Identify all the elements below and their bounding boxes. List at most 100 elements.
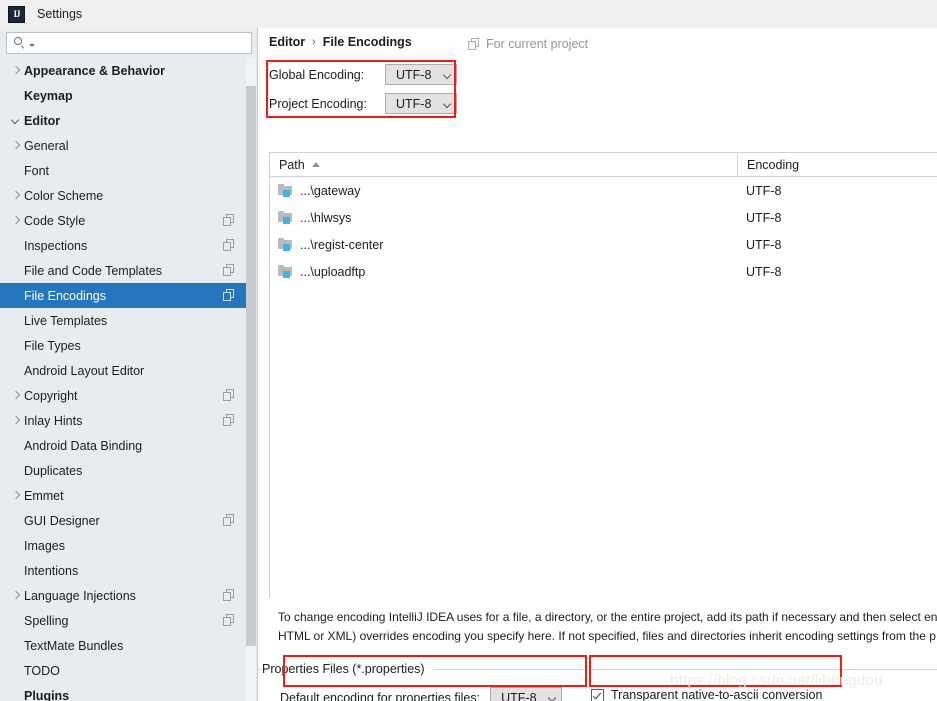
table-cell-path[interactable]: ...\regist-center (270, 231, 737, 258)
copy-icon (223, 614, 235, 626)
table-cell-path[interactable]: ...\gateway (270, 177, 737, 204)
chevron-right-icon[interactable] (10, 139, 24, 153)
sidebar-item-appearance-behavior[interactable]: Appearance & Behavior (0, 58, 247, 83)
encoding-description: To change encoding IntelliJ IDEA uses fo… (278, 608, 937, 646)
default-properties-encoding-select[interactable]: UTF-8 (490, 687, 563, 701)
table-body: ...\gateway UTF-8 ...\hlwsys UTF-8 ...\regis… (270, 177, 937, 285)
sidebar-item-copyright[interactable]: Copyright (0, 383, 247, 408)
copy-icon (223, 289, 235, 301)
chevron-right-icon[interactable] (10, 64, 24, 78)
sidebar-item-color-scheme[interactable]: Color Scheme (0, 183, 247, 208)
default-properties-encoding-row: Default encoding for properties files: U… (280, 687, 563, 701)
copy-icon (223, 214, 235, 226)
table-row[interactable]: ...\uploadftp UTF-8 (270, 258, 937, 285)
table-row[interactable]: ...\gateway UTF-8 (270, 177, 937, 204)
chevron-right-icon[interactable] (10, 214, 24, 228)
sort-ascending-icon (311, 162, 320, 167)
sidebar-item-label: Inspections (24, 238, 88, 253)
table-cell-encoding[interactable]: UTF-8 (737, 204, 937, 231)
transparent-native-to-ascii-checkbox[interactable] (591, 688, 604, 701)
sidebar-item-plugins[interactable]: Plugins (0, 683, 247, 701)
transparent-native-to-ascii-label: Transparent native-to-ascii conversion (611, 688, 823, 701)
chevron-right-icon[interactable] (10, 489, 24, 503)
sidebar-item-language-injections[interactable]: Language Injections (0, 583, 247, 608)
global-encoding-row: Global Encoding: UTF-8 (269, 64, 457, 85)
chevron-right-icon[interactable] (10, 589, 24, 603)
sidebar-item-label: Android Data Binding (24, 438, 143, 453)
copy-icon (223, 239, 235, 251)
chevron-down-icon[interactable] (10, 114, 24, 128)
table-cell-encoding[interactable]: UTF-8 (737, 231, 937, 258)
copy-icon (223, 389, 235, 401)
global-encoding-select[interactable]: UTF-8 (385, 64, 457, 85)
table-cell-encoding[interactable]: UTF-8 (737, 258, 937, 285)
sidebar-item-label: Code Style (24, 213, 86, 228)
sidebar-item-label: File and Code Templates (24, 263, 163, 278)
sidebar-item-duplicates[interactable]: Duplicates (0, 458, 247, 483)
transparent-native-to-ascii-row[interactable]: Transparent native-to-ascii conversion (591, 688, 822, 701)
global-encoding-value: UTF-8 (396, 67, 432, 82)
sidebar-item-android-data-binding[interactable]: Android Data Binding (0, 433, 247, 458)
sidebar-item-code-style[interactable]: Code Style (0, 208, 247, 233)
settings-dialog: IJ Settings Appearance & Behavior Keymap E… (0, 0, 937, 701)
for-current-project-hint: For current project (468, 37, 588, 51)
module-folder-icon (278, 211, 293, 224)
search-field[interactable] (6, 32, 252, 54)
sidebar-item-label: Live Templates (24, 313, 108, 328)
sidebar-item-file-and-code-templates[interactable]: File and Code Templates (0, 258, 247, 283)
breadcrumb-root[interactable]: Editor (269, 35, 305, 49)
sidebar-item-images[interactable]: Images (0, 533, 247, 558)
column-header-encoding-label: Encoding (747, 157, 800, 172)
column-header-path[interactable]: Path (270, 153, 737, 176)
sidebar-item-gui-designer[interactable]: GUI Designer (0, 508, 247, 533)
chevron-right-icon[interactable] (10, 189, 24, 203)
sidebar-item-font[interactable]: Font (0, 158, 247, 183)
table-cell-path[interactable]: ...\hlwsys (270, 204, 737, 231)
chevron-right-icon[interactable] (10, 389, 24, 403)
table-row[interactable]: ...\regist-center UTF-8 (270, 231, 937, 258)
chevron-right-icon[interactable] (10, 414, 24, 428)
sidebar-item-file-encodings[interactable]: File Encodings (0, 283, 247, 308)
properties-group-title: Properties Files (*.properties) (262, 662, 433, 676)
sidebar-item-file-types[interactable]: File Types (0, 333, 247, 358)
sidebar-item-inlay-hints[interactable]: Inlay Hints (0, 408, 247, 433)
project-encoding-select[interactable]: UTF-8 (385, 93, 457, 114)
sidebar-scrollbar[interactable] (246, 58, 256, 701)
table-cell-encoding-label: UTF-8 (746, 264, 782, 279)
table-cell-path[interactable]: ...\uploadftp (270, 258, 737, 285)
table-row[interactable]: ...\hlwsys UTF-8 (270, 204, 937, 231)
sidebar-item-intentions[interactable]: Intentions (0, 558, 247, 583)
search-input[interactable] (35, 34, 251, 52)
for-current-project-label: For current project (486, 37, 589, 51)
sidebar-item-general[interactable]: General (0, 133, 247, 158)
sidebar-item-label: File Encodings (24, 288, 106, 303)
sidebar-item-label: TODO (24, 663, 60, 678)
copy-icon (223, 414, 235, 426)
file-encodings-panel: Editor › File Encodings For current proj… (258, 28, 937, 701)
sidebar-item-live-templates[interactable]: Live Templates (0, 308, 247, 333)
sidebar-item-spelling[interactable]: Spelling (0, 608, 247, 633)
sidebar-scrollbar-thumb[interactable] (246, 86, 256, 646)
sidebar-item-label: Inlay Hints (24, 413, 83, 428)
sidebar-item-inspections[interactable]: Inspections (0, 233, 247, 258)
copy-icon (223, 589, 235, 601)
sidebar-item-emmet[interactable]: Emmet (0, 483, 247, 508)
sidebar-item-todo[interactable]: TODO (0, 658, 247, 683)
sidebar-item-editor[interactable]: Editor (0, 108, 247, 133)
copy-icon (223, 514, 235, 526)
sidebar-item-textmate-bundles[interactable]: TextMate Bundles (0, 633, 247, 658)
sidebar-item-android-layout-editor[interactable]: Android Layout Editor (0, 358, 247, 383)
column-header-encoding[interactable]: Encoding (737, 153, 937, 176)
sidebar-item-keymap[interactable]: Keymap (0, 83, 247, 108)
chevron-down-icon (547, 693, 557, 701)
table-cell-encoding[interactable]: UTF-8 (737, 177, 937, 204)
table-cell-path-label: ...\gateway (300, 183, 361, 198)
copy-icon (223, 264, 235, 276)
